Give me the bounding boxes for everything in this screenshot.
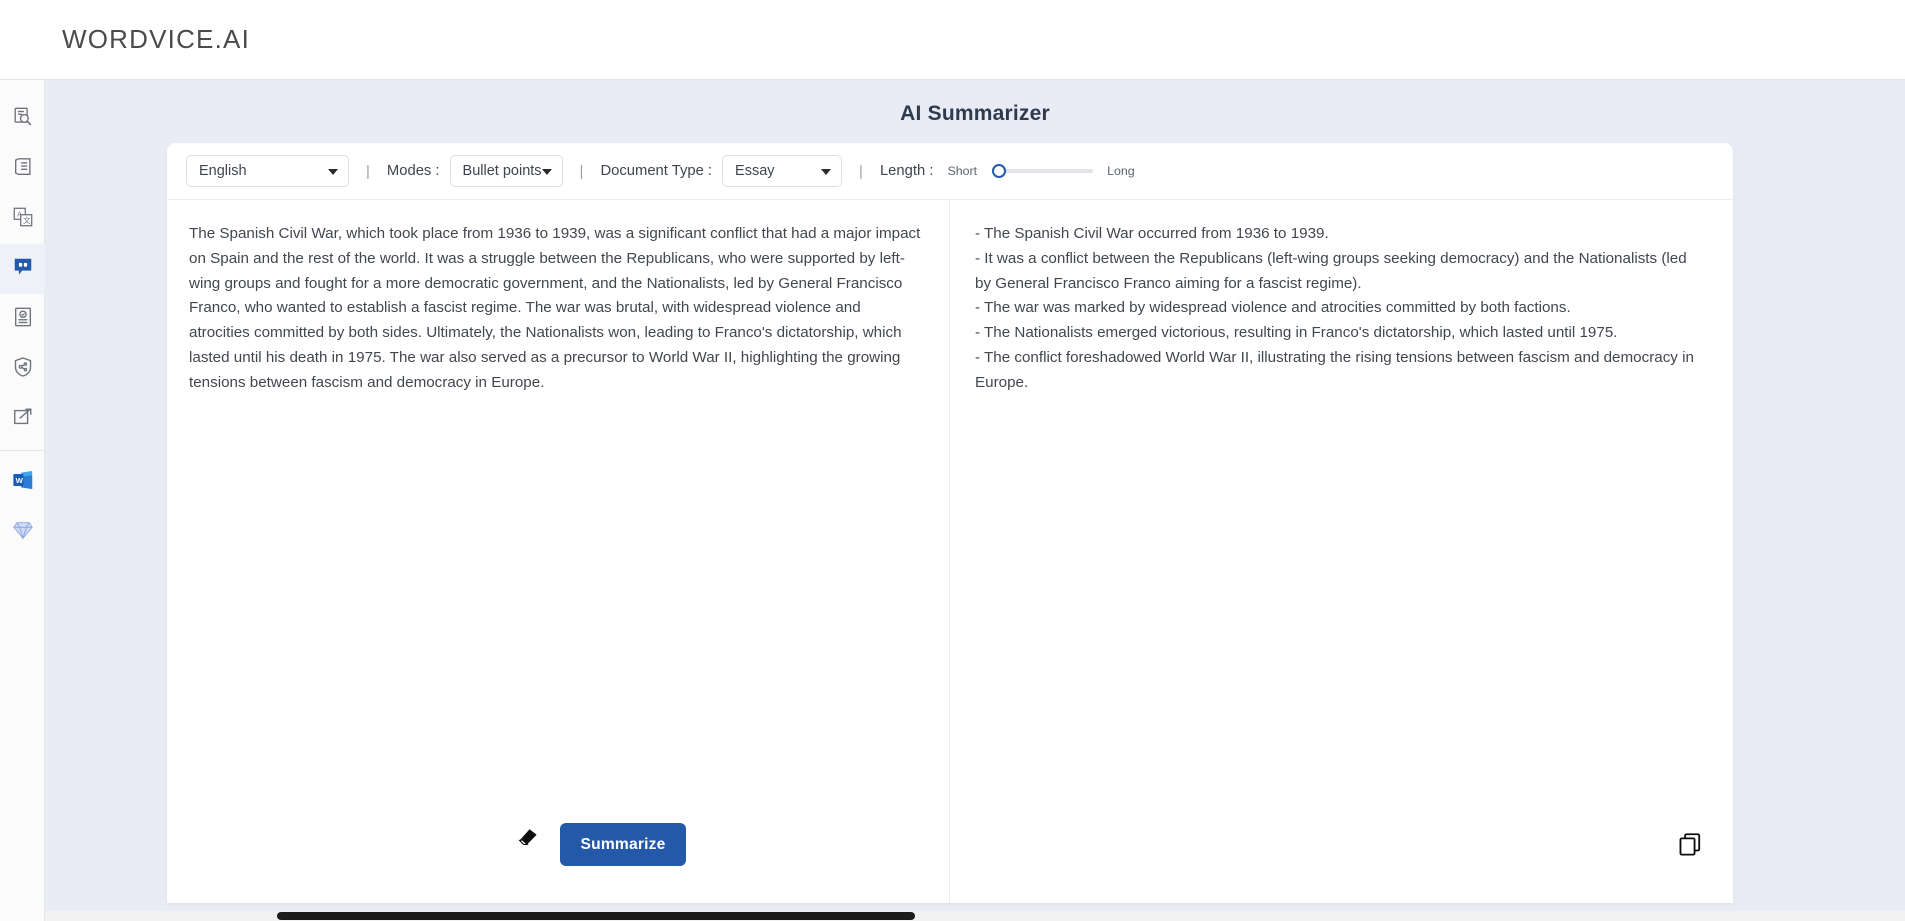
page-body: AI Summarizer English | Modes : Bullet p… (45, 80, 1905, 921)
sidebar-item-paraphraser[interactable] (0, 144, 45, 194)
input-pane: The Spanish Civil War, which took place … (167, 200, 950, 903)
sidebar-rail: A 文 (0, 80, 45, 921)
diamond-icon (12, 519, 34, 546)
horizontal-scrollbar[interactable] (45, 911, 1905, 921)
chevron-down-icon (328, 169, 338, 175)
toolbar-separator-3: | (859, 163, 863, 180)
page-title: AI Summarizer (45, 80, 1905, 126)
chevron-down-icon (821, 169, 831, 175)
input-textarea[interactable]: The Spanish Civil War, which took place … (167, 200, 949, 395)
options-toolbar: English | Modes : Bullet points | Docume… (167, 143, 1733, 200)
sidebar-item-translator[interactable]: A 文 (0, 194, 45, 244)
document-type-select-value: Essay (735, 163, 775, 179)
document-type-label: Document Type : (600, 163, 712, 179)
eraser-icon (516, 823, 540, 852)
brand-logo[interactable]: WORDVICE.AI (62, 24, 250, 55)
top-header: WORDVICE.AI (0, 0, 1905, 80)
toolbar-separator-2: | (580, 163, 584, 180)
sidebar-item-plagiarism[interactable] (0, 294, 45, 344)
length-slider-group: Short Long (947, 164, 1134, 178)
sidebar-item-word-addin[interactable]: W (0, 457, 45, 507)
document-search-icon (12, 106, 34, 133)
length-slider[interactable] (993, 169, 1093, 173)
horizontal-scrollbar-thumb[interactable] (277, 912, 915, 920)
output-text: - The Spanish Civil War occurred from 19… (950, 200, 1732, 395)
sidebar-divider (0, 450, 45, 451)
language-select[interactable]: English (186, 155, 349, 187)
mode-select-value: Bullet points (463, 163, 542, 179)
length-max-label: Long (1107, 164, 1135, 178)
copy-icon (1677, 831, 1703, 862)
modes-label: Modes : (387, 163, 440, 179)
clear-text-button[interactable] (514, 823, 542, 851)
toolbar-separator-1: | (366, 163, 370, 180)
svg-text:W: W (15, 475, 23, 484)
document-check-icon (12, 306, 34, 333)
translate-icon: A 文 (12, 206, 34, 233)
external-link-icon (12, 406, 34, 433)
sidebar-item-editing-service[interactable] (0, 394, 45, 444)
editor-panes: The Spanish Civil War, which took place … (167, 200, 1733, 903)
svg-text:文: 文 (23, 216, 31, 225)
length-min-label: Short (947, 164, 977, 178)
document-lines-icon (12, 156, 34, 183)
sidebar-item-ai-detector[interactable] (0, 344, 45, 394)
mode-select[interactable]: Bullet points (450, 155, 563, 187)
copy-button[interactable] (1675, 831, 1705, 861)
length-label: Length : (880, 163, 933, 179)
sidebar-item-premium[interactable] (0, 507, 45, 557)
quote-bubble-icon (12, 256, 34, 283)
sidebar-item-proofreading[interactable] (0, 94, 45, 144)
length-slider-thumb[interactable] (992, 164, 1006, 178)
output-pane: - The Spanish Civil War occurred from 19… (950, 200, 1732, 903)
summarizer-card: English | Modes : Bullet points | Docume… (167, 143, 1733, 903)
summarize-button[interactable]: Summarize (560, 823, 686, 866)
chevron-down-icon (542, 169, 552, 175)
document-type-select[interactable]: Essay (722, 155, 842, 187)
language-select-value: English (199, 163, 247, 179)
sidebar-item-summarizer[interactable] (0, 244, 45, 294)
word-addin-icon: W (12, 469, 34, 496)
shield-ai-icon (12, 356, 34, 383)
